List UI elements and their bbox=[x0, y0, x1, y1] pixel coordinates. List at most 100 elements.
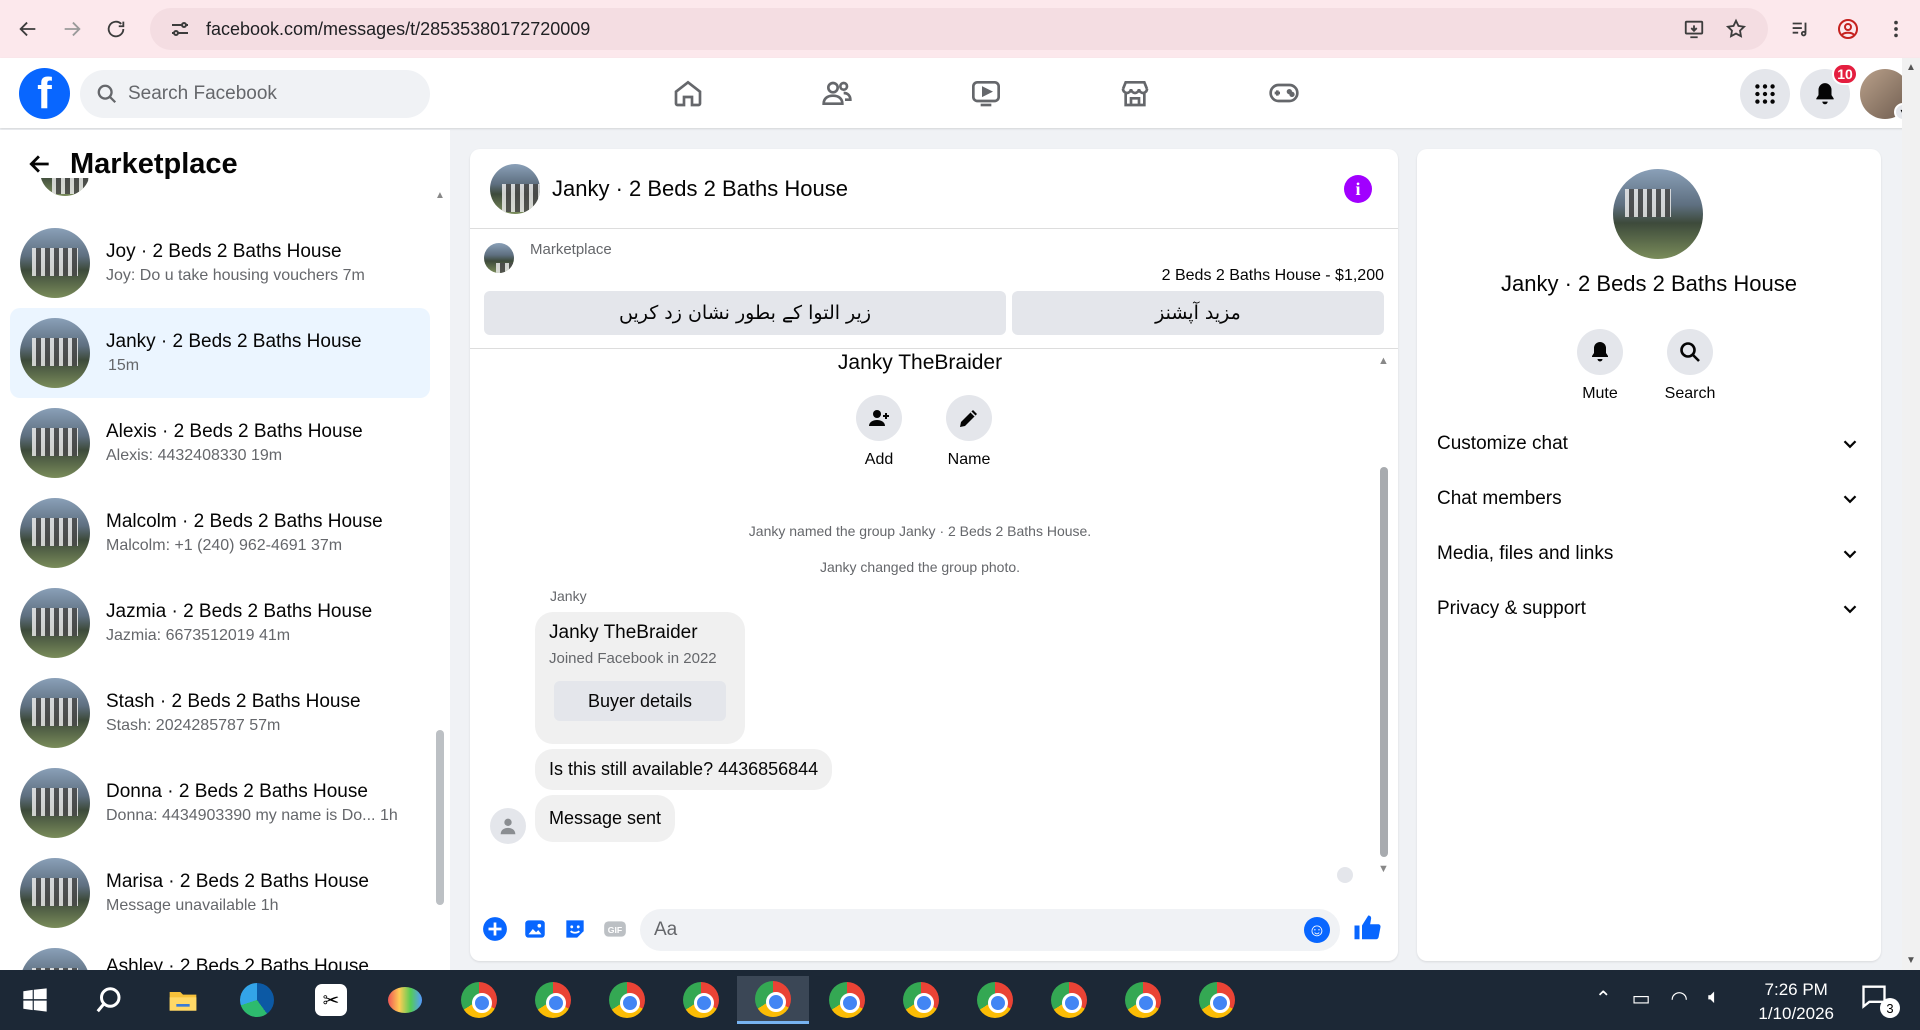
mark-pending-button[interactable]: زیر التوا کے بطور نشان زد کریں bbox=[484, 291, 1006, 335]
wifi-icon[interactable]: ◠ bbox=[1671, 986, 1688, 1011]
paint-app-icon[interactable] bbox=[376, 976, 434, 1024]
chrome-profile-icon[interactable] bbox=[1188, 976, 1246, 1024]
nav-gaming[interactable] bbox=[1209, 58, 1358, 128]
chrome-profile-icon[interactable] bbox=[1040, 976, 1098, 1024]
windows-start-icon[interactable] bbox=[6, 976, 64, 1024]
scroll-down-icon[interactable]: ▼ bbox=[1378, 863, 1389, 875]
message-bubble[interactable]: Message sent bbox=[535, 795, 676, 842]
bookmark-star-icon[interactable] bbox=[1724, 17, 1748, 41]
clock[interactable]: 7:26 PM 1/10/2026 bbox=[1758, 978, 1834, 1026]
conversation-item-active[interactable]: Janky · 2 Beds 2 Baths House 15m bbox=[10, 308, 430, 398]
listing-price[interactable]: 2 Beds 2 Baths House - $1,200 bbox=[1162, 267, 1384, 285]
sidebar-scrollbar[interactable]: ▲ bbox=[435, 190, 445, 970]
name-group-button[interactable]: Name bbox=[939, 395, 999, 469]
site-info-icon[interactable] bbox=[168, 17, 192, 41]
section-customize-chat[interactable]: Customize chat bbox=[1437, 419, 1861, 469]
buyer-details-button[interactable]: Buyer details bbox=[554, 681, 726, 721]
facebook-search[interactable] bbox=[80, 70, 430, 118]
conversation-item[interactable]: Jazmia · 2 Beds 2 Baths House Jazmia: 667… bbox=[10, 578, 430, 668]
bell-icon bbox=[1592, 342, 1608, 362]
sticker-icon[interactable] bbox=[560, 914, 590, 944]
chrome-profile-icon[interactable] bbox=[1114, 976, 1172, 1024]
conversation-item[interactable]: Malcolm · 2 Beds 2 Baths House Malcolm: +… bbox=[10, 488, 430, 578]
chrome-profile-icon[interactable] bbox=[672, 976, 730, 1024]
search-icon[interactable] bbox=[80, 976, 138, 1024]
chrome-profile-icon[interactable] bbox=[966, 976, 1024, 1024]
listing-thumbnail bbox=[20, 228, 90, 298]
marketplace-label: Marketplace bbox=[530, 241, 612, 258]
mute-button[interactable]: Mute bbox=[1560, 329, 1640, 403]
nav-friends[interactable] bbox=[762, 58, 911, 128]
chevron-up-icon[interactable]: ⌃ bbox=[1595, 986, 1612, 1011]
conversation-item[interactable]: Donna · 2 Beds 2 Baths House Donna: 44349… bbox=[10, 758, 430, 848]
scrollbar-thumb[interactable] bbox=[436, 730, 444, 905]
message-bubble[interactable]: Is this still available? 4436856844 bbox=[535, 749, 833, 790]
message-input-wrapper[interactable]: ☺ bbox=[640, 909, 1340, 951]
profile-icon[interactable] bbox=[1834, 8, 1862, 50]
conversation-item[interactable]: Stash · 2 Beds 2 Baths House Stash: 20242… bbox=[10, 668, 430, 758]
chat-scrollbar[interactable]: ▲ ▼ bbox=[1378, 355, 1390, 875]
menu-grid-button[interactable] bbox=[1740, 69, 1790, 119]
device-icon[interactable]: ▭ bbox=[1632, 986, 1651, 1011]
facebook-logo-icon[interactable]: f bbox=[19, 68, 70, 119]
chrome-profile-icon[interactable] bbox=[598, 976, 656, 1024]
reload-icon[interactable] bbox=[94, 7, 138, 51]
address-bar[interactable]: facebook.com/messages/t/2853538017272000… bbox=[150, 8, 1768, 50]
conversation-item[interactable]: Alexis · 2 Beds 2 Baths House Alexis: 443… bbox=[10, 398, 430, 488]
add-people-button[interactable]: Add bbox=[849, 395, 909, 469]
conversation-item[interactable]: Marisa · 2 Beds 2 Baths House Message una… bbox=[10, 848, 430, 938]
conversation-preview: 15m bbox=[108, 357, 140, 374]
forward-icon[interactable] bbox=[50, 7, 94, 51]
search-in-chat-button[interactable]: Search bbox=[1650, 329, 1730, 403]
nav-video[interactable] bbox=[911, 58, 1060, 128]
file-explorer-icon[interactable] bbox=[154, 976, 212, 1024]
search-input[interactable] bbox=[128, 83, 408, 105]
edge-browser-icon[interactable] bbox=[228, 976, 286, 1024]
listing-thumbnail bbox=[20, 498, 90, 568]
chat-title[interactable]: Janky · 2 Beds 2 Baths House bbox=[552, 176, 848, 202]
gif-icon[interactable]: GIF bbox=[600, 914, 630, 944]
chrome-icon[interactable] bbox=[450, 976, 508, 1024]
thumbs-up-icon[interactable] bbox=[1352, 913, 1386, 947]
message-composer: GIF ☺ bbox=[470, 897, 1398, 961]
chrome-profile-icon[interactable] bbox=[892, 976, 950, 1024]
scrollbar-thumb[interactable] bbox=[1380, 467, 1388, 857]
conversation-title: Donna · 2 Beds 2 Baths House bbox=[106, 781, 368, 802]
chrome-profile-icon[interactable] bbox=[524, 976, 582, 1024]
menu-kebab-icon[interactable] bbox=[1882, 8, 1910, 50]
nav-marketplace[interactable] bbox=[1060, 58, 1209, 128]
more-options-button[interactable]: مزید آپشنز bbox=[1012, 291, 1384, 335]
info-icon[interactable]: i bbox=[1344, 175, 1372, 203]
chat-avatar[interactable] bbox=[490, 163, 540, 214]
nav-home[interactable] bbox=[613, 58, 762, 128]
notifications-button[interactable]: 10 bbox=[1800, 63, 1858, 119]
buyer-card: Janky TheBraider Joined Facebook in 2022… bbox=[535, 612, 745, 744]
section-media-files-links[interactable]: Media, files and links bbox=[1437, 529, 1861, 579]
notification-center-icon[interactable]: 3 bbox=[1860, 982, 1900, 1018]
capcut-icon[interactable]: ✂ bbox=[302, 976, 360, 1024]
page-scrollbar[interactable]: ▲ ▼ bbox=[1902, 58, 1920, 970]
install-app-icon[interactable] bbox=[1682, 17, 1706, 41]
volume-icon[interactable]: 🔈︎ bbox=[1708, 986, 1720, 1011]
listing-thumbnail[interactable] bbox=[484, 243, 514, 273]
group-photo[interactable] bbox=[1613, 169, 1703, 259]
emoji-icon[interactable]: ☺ bbox=[1304, 917, 1330, 943]
scroll-up-icon[interactable]: ▲ bbox=[1378, 355, 1389, 367]
sender-avatar-icon[interactable] bbox=[490, 808, 526, 844]
photo-icon[interactable] bbox=[520, 914, 550, 944]
section-privacy-support[interactable]: Privacy & support bbox=[1437, 584, 1861, 634]
conversation-item[interactable]: Joy · 2 Beds 2 Baths House Joy: Do u take… bbox=[10, 218, 430, 308]
section-chat-members[interactable]: Chat members bbox=[1437, 474, 1861, 524]
message-input[interactable] bbox=[654, 919, 1274, 941]
back-icon[interactable] bbox=[6, 7, 50, 51]
conversation-item[interactable]: Ashley · 2 Beds 2 Baths House bbox=[10, 938, 430, 970]
scroll-down-icon[interactable]: ▼ bbox=[1906, 955, 1916, 966]
plus-icon[interactable] bbox=[480, 914, 510, 944]
scroll-up-icon[interactable]: ▲ bbox=[1906, 62, 1916, 73]
conversation-title: Jazmia · 2 Beds 2 Baths House bbox=[106, 601, 373, 622]
listing-thumbnail bbox=[20, 318, 90, 388]
chrome-profile-icon-active[interactable] bbox=[737, 976, 809, 1024]
chrome-profile-icon[interactable] bbox=[818, 976, 876, 1024]
media-control-icon[interactable] bbox=[1786, 8, 1814, 50]
scroll-up-icon[interactable]: ▲ bbox=[435, 190, 445, 201]
